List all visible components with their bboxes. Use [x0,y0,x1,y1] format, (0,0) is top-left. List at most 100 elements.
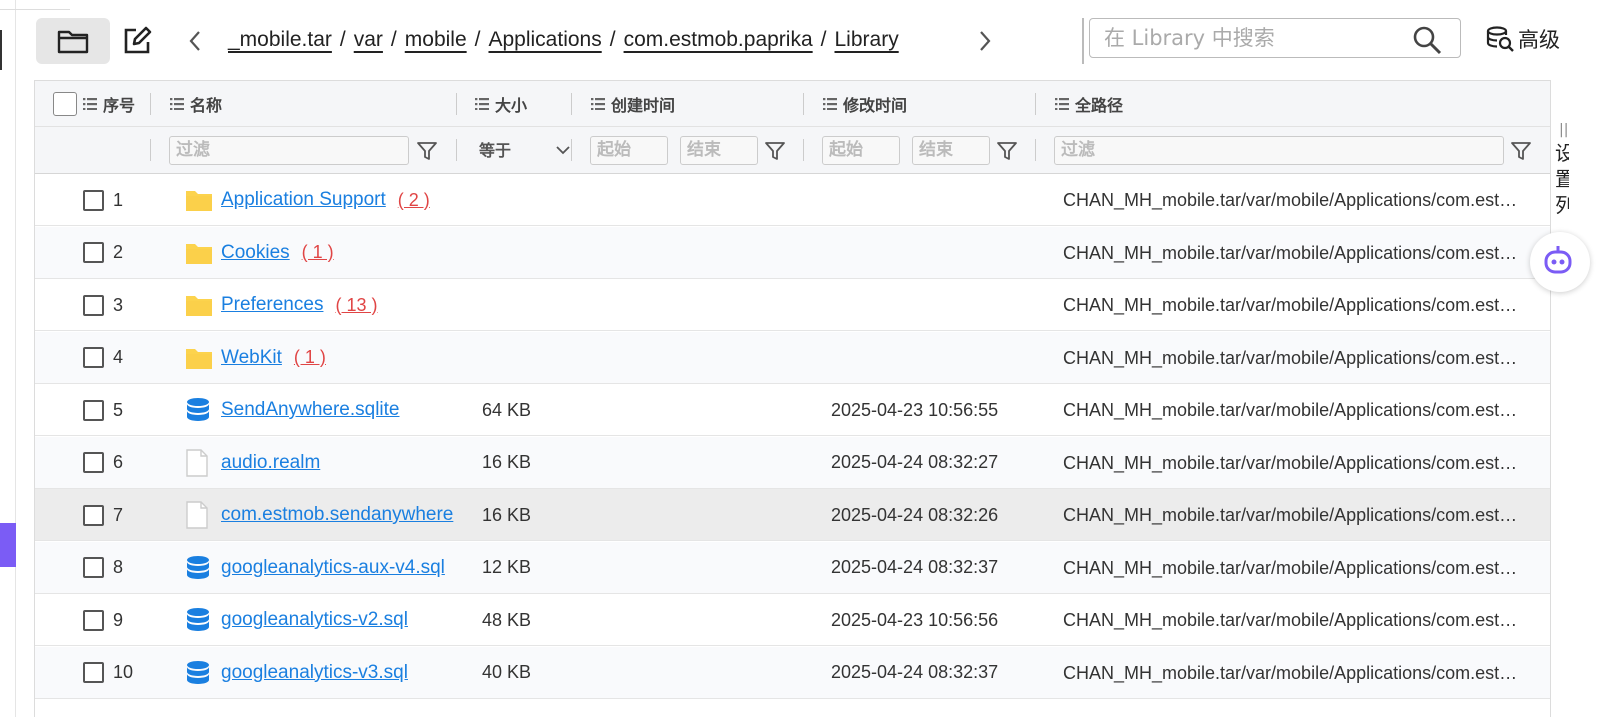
file-name-link[interactable]: googleanalytics-v2.sql [221,609,408,631]
row-checkbox[interactable] [83,242,104,263]
column-header-label: 序号 [103,96,136,115]
row-checkbox-cell [83,542,104,594]
child-count[interactable]: ( 1 ) [294,347,326,368]
row-checkbox[interactable] [83,189,104,211]
column-divider[interactable] [456,93,457,115]
column-header-path[interactable]: 全路径 [1055,81,1123,127]
file-name-link[interactable]: audio.realm [221,452,320,474]
modified-time: 2025-04-24 08:32:27 [831,452,999,472]
created-end-input[interactable]: 结束 [680,136,758,165]
child-count[interactable]: ( 13 ) [335,295,377,316]
row-checkbox[interactable] [83,452,104,473]
column-header-modified[interactable]: 修改时间 [823,81,907,127]
column-divider[interactable] [1035,93,1036,115]
table-row[interactable]: 3 Preferences ( 13 ) CHAN_MH_mobile.tar/var… [35,279,1550,331]
path-filter-input[interactable]: 过滤 [1054,136,1504,165]
row-type-icon [185,174,213,226]
modified-start-input[interactable]: 起始 [822,136,900,165]
breadcrumb-item[interactable]: mobile [405,28,467,51]
created-start-input[interactable]: 起始 [590,136,668,165]
row-checkbox[interactable] [83,504,104,526]
file-size: 16 KB [482,452,532,472]
table-row[interactable]: 6 audio.realm 16 KB 2025-04-24 08:32:27 CHAN… [35,436,1550,489]
edit-button[interactable] [110,18,164,64]
size-operator-value: 等于 [479,141,512,160]
breadcrumb-item[interactable]: com.estmob.paprika [624,28,813,51]
table-row[interactable]: 2 Cookies ( 1 ) CHAN_MH_mobile.tar/var/mobi… [35,226,1550,279]
full-path: CHAN_MH_mobile.tar/var/mobile/Applicatio… [1063,347,1529,368]
row-type-icon [185,437,209,489]
breadcrumb-item[interactable]: var [354,28,383,51]
row-checkbox[interactable] [83,347,104,368]
file-name-link[interactable]: WebKit [221,347,282,369]
database-icon [187,555,209,579]
file-name-link[interactable]: Application Support [221,189,386,211]
row-checkbox[interactable] [83,557,104,578]
row-checkbox-cell [83,279,104,331]
file-name-link[interactable]: Preferences [221,294,323,316]
column-header-created[interactable]: 创建时间 [591,81,675,127]
breadcrumb-item[interactable]: Applications [488,28,601,51]
advanced-search-button[interactable]: 高级 [1486,24,1560,54]
row-checkbox[interactable] [83,399,104,421]
list-icon [170,98,184,110]
table-row[interactable]: 7 com.estmob.sendanywhere 16 KB 2025-04-24 … [35,489,1550,541]
file-name-link[interactable]: SendAnywhere.sqlite [221,399,400,421]
column-header-name[interactable]: 名称 [170,81,222,127]
search-input[interactable] [1090,19,1400,57]
table-row[interactable]: 10 googleanalytics-v3.sql 40 KB 2025-04-24 … [35,646,1550,699]
row-checkbox[interactable] [83,609,104,631]
row-index: 4 [113,347,124,367]
column-settings-label[interactable]: 设置列 [1555,140,1569,218]
sidebar-marker [0,30,2,70]
row-checkbox[interactable] [83,662,104,683]
select-all-cell [53,81,77,127]
name-filter-input[interactable]: 过滤 [169,136,409,165]
full-path: CHAN_MH_mobile.tar/var/mobile/Applicatio… [1063,505,1529,525]
child-count[interactable]: ( 1 ) [302,242,334,263]
row-checkbox[interactable] [83,294,104,316]
back-arrow-button[interactable] [180,18,210,64]
chevron-left-icon [189,31,200,51]
column-divider[interactable] [150,93,151,115]
column-header-size[interactable]: 大小 [475,81,527,127]
search-icon[interactable] [1412,25,1442,55]
table-row[interactable]: 4 WebKit ( 1 ) CHAN_MH_mobile.tar/var/mobil… [35,331,1550,384]
file-name-link[interactable]: googleanalytics-aux-v4.sql [221,557,445,579]
forward-arrow-button[interactable] [970,18,1000,64]
filter-icon[interactable] [764,140,786,162]
window-top-edge [0,0,70,10]
drag-handle-icon[interactable]: || [1559,122,1568,138]
assistant-button[interactable] [1530,232,1590,292]
breadcrumb-item[interactable]: _mobile.tar [228,28,332,51]
filter-icon[interactable] [416,140,438,162]
folder-view-button[interactable] [36,18,110,64]
modified-time: 2025-04-23 10:56:56 [831,609,999,630]
breadcrumb-item-current[interactable]: Library [835,28,899,51]
column-divider[interactable] [803,93,804,115]
column-divider[interactable] [571,93,572,115]
row-name-cell: googleanalytics-v3.sql [221,647,465,699]
size-operator-select[interactable]: 等于 [479,136,571,165]
folder-icon [186,296,212,316]
modified-end-input[interactable]: 结束 [912,136,990,165]
table-row[interactable]: 8 googleanalytics-aux-v4.sql 12 KB 2025-04-… [35,541,1550,594]
filter-icon[interactable] [996,140,1018,162]
sidebar-active-item[interactable] [0,523,16,567]
search-box [1089,18,1461,58]
file-name-link[interactable]: googleanalytics-v3.sql [221,662,408,684]
table-header-row: 序号 名称 大小 创建时间 修改时间 全路径 [35,81,1550,127]
filter-icon[interactable] [1510,140,1532,162]
file-name-link[interactable]: com.estmob.sendanywhere [221,504,453,526]
child-count[interactable]: ( 2 ) [398,190,430,211]
file-name-link[interactable]: Cookies [221,242,290,264]
table-row[interactable]: 9 googleanalytics-v2.sql 48 KB 2025-04-23 1… [35,594,1550,646]
table-row[interactable]: 1 Application Support ( 2 ) CHAN_MH_mobile.… [35,174,1550,226]
column-header-index[interactable]: 序号 [83,81,135,127]
column-header-label: 大小 [495,96,528,115]
row-name-cell: audio.realm [221,437,465,489]
full-path: CHAN_MH_mobile.tar/var/mobile/Applicatio… [1063,662,1529,683]
table-row[interactable]: 5 SendAnywhere.sqlite 64 KB 2025-04-23 10:5… [35,384,1550,436]
full-path: CHAN_MH_mobile.tar/var/mobile/Applicatio… [1063,610,1529,630]
select-all-checkbox[interactable] [53,92,77,116]
